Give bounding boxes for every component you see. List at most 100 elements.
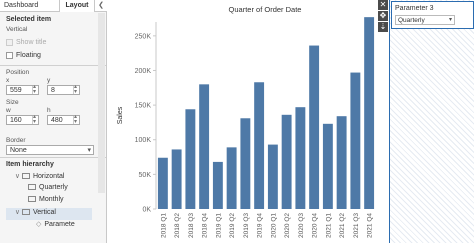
bar-2020-q3 [295,107,306,209]
tree-item-monthly[interactable]: Monthly [28,196,92,208]
y-label: y [47,77,51,84]
parameter-select[interactable]: Quarterly ▾ [395,15,455,25]
y-spinner-icon[interactable] [73,83,79,95]
parameter-title: Parameter 3 [395,5,434,12]
tree-label: Horizontal [32,173,65,180]
container-icon [21,209,30,216]
collapse-pane-icon[interactable]: ❮ [96,0,106,12]
w-spinner-icon[interactable] [32,113,38,125]
x-position-input[interactable]: 559 [6,83,39,95]
bar-2021-q1 [322,123,333,209]
y-tick-label: 0K [142,207,151,214]
tree-label: Quarterly [39,184,68,191]
tab-layout[interactable]: Layout [59,0,95,12]
show-title-checkbox[interactable] [6,39,13,46]
bar-2021-q4 [364,17,375,209]
y-axis-label: Sales [117,106,124,124]
x-label: x [6,77,10,84]
tree-label: Vertical [32,209,56,216]
bar-2018-q2 [171,149,182,209]
y-value: 8 [51,87,55,94]
chevron-down-icon: ▾ [87,147,91,154]
layout-pane: Dashboard Layout ❮ Selected item Vertica… [0,0,107,243]
bar-2019-q2 [226,147,237,209]
bar-2019-q4 [254,82,265,209]
size-heading: Size [6,99,19,106]
y-tick-label: 150K [135,103,152,110]
x-spinner-icon[interactable] [32,83,38,95]
h-spinner-icon[interactable] [73,113,79,125]
selected-item-heading: Selected item [6,16,52,23]
floating-toolbar: ✕ ✥ ⇣ [377,0,389,243]
tree-label: Monthly [39,196,64,203]
close-icon[interactable]: ✕ [378,0,388,10]
x-tick-label: 2020 Q3 [298,213,305,238]
tableau-dashboard: Dashboard Layout ❮ Selected item Vertica… [0,0,474,243]
x-tick-label: 2018 Q2 [174,213,181,238]
width-input[interactable]: 160 [6,113,39,125]
border-heading: Border [6,137,26,144]
sheet-icon [28,196,36,203]
parameter-value: Quarterly [398,17,425,24]
divider [0,157,106,158]
item-hierarchy-heading: Item hierarchy [6,161,54,168]
y-position-input[interactable]: 8 [47,83,80,95]
bar-2019-q3 [240,118,251,209]
h-value: 480 [51,117,63,124]
x-value: 559 [10,87,22,94]
y-tick-label: 50K [139,172,152,179]
x-tick-label: 2019 Q1 [215,213,222,238]
x-tick-label: 2021 Q2 [339,213,346,238]
pane-scrollbar[interactable] [98,13,105,193]
tree-item-parameter[interactable]: ◇ Paramete [36,220,92,232]
x-tick-label: 2019 Q3 [243,213,250,238]
x-tick-label: 2019 Q2 [229,213,236,238]
pane-tabs: Dashboard Layout ❮ [0,0,107,12]
y-tick-label: 250K [135,33,152,40]
divider [0,65,106,66]
y-tick-label: 200K [135,68,152,75]
bar-2018-q4 [199,84,210,209]
floating-checkbox[interactable] [6,52,13,59]
tree-item-quarterly[interactable]: Quarterly [28,184,92,196]
chart-svg: Quarter of Order Date Sales 0K 50K 100K 150K 2… [117,5,375,238]
height-input[interactable]: 480 [47,113,80,125]
x-tick-label: 2021 Q3 [353,213,360,238]
bar-2020-q1 [267,144,278,209]
parameter-card[interactable]: Parameter 3 Quarterly ▾ [391,1,474,29]
x-tick-label: 2021 Q4 [367,213,374,238]
bar-2020-q2 [281,114,292,209]
h-label: h [47,107,51,114]
x-tick-label: 2020 Q2 [284,213,291,238]
w-value: 160 [10,117,22,124]
x-tick-label: 2018 Q3 [188,213,195,238]
x-tick-label: 2021 Q1 [325,213,332,238]
bar-2019-q1 [212,161,223,209]
parameter-container: Parameter 3 Quarterly ▾ [389,0,474,243]
y-tick-label: 100K [135,137,152,144]
parameter-icon: ◇ [36,221,42,228]
show-title-label: Show title [16,39,47,46]
tree-item-horizontal[interactable]: ∨ Horizontal [6,172,92,184]
tree-item-vertical[interactable]: ∨ Vertical [6,208,92,220]
expand-icon[interactable]: ∨ [6,208,20,216]
chevron-down-icon: ▾ [448,17,452,23]
fit-icon[interactable]: ⇣ [378,22,388,32]
expand-icon[interactable]: ∨ [6,172,20,180]
x-tick-label: 2020 Q4 [312,213,319,238]
x-tick-label: 2018 Q1 [160,213,167,238]
sales-chart: Quarter of Order Date Sales 0K 50K 100K 150K 2… [108,0,376,243]
border-select[interactable]: None ▾ [6,145,94,155]
bar-2018-q1 [157,157,168,209]
tab-dashboard[interactable]: Dashboard [4,0,58,12]
move-icon[interactable]: ✥ [378,11,388,21]
chart-title: Quarter of Order Date [229,5,302,14]
x-tick-label: 2019 Q4 [257,213,264,238]
floating-label: Floating [16,52,41,59]
x-tick-label: 2020 Q1 [270,213,277,238]
bar-2020-q4 [309,45,320,209]
container-icon [21,173,30,180]
w-label: w [6,107,11,114]
bar-2021-q3 [350,72,361,209]
x-tick-label: 2018 Q4 [202,213,209,238]
